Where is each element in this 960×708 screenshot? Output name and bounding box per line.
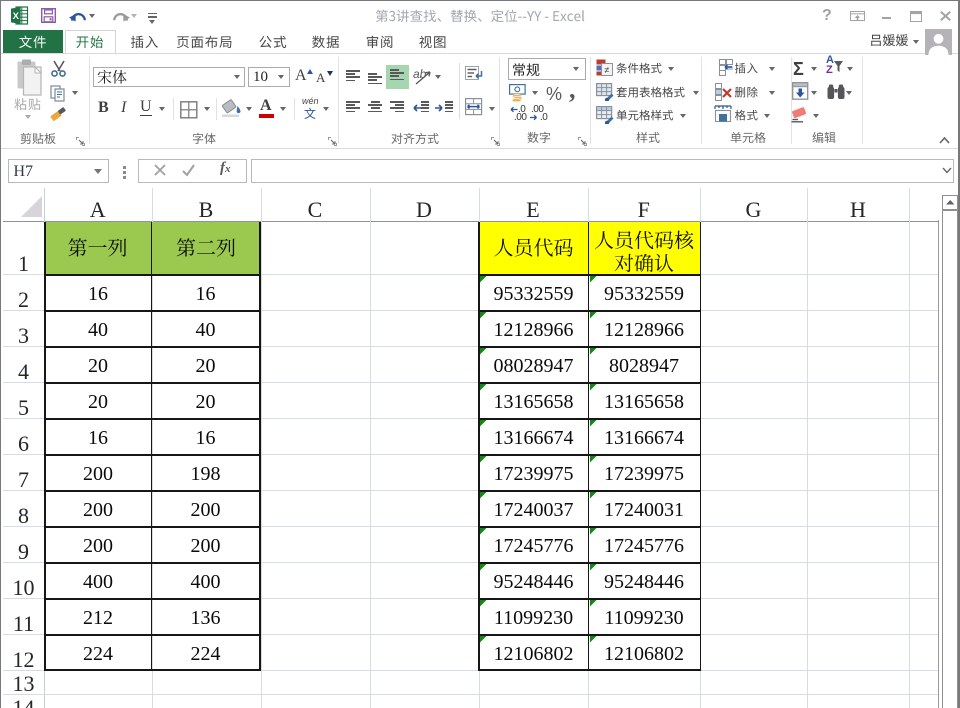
svg-text:≠: ≠ [605, 65, 610, 75]
svg-text:X: X [13, 11, 20, 22]
